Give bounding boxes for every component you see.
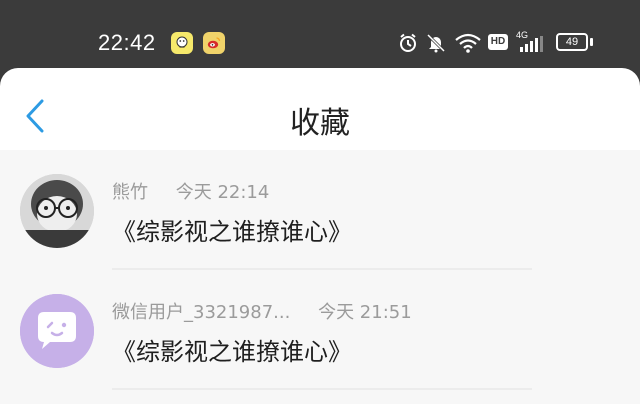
alarm-icon	[400, 33, 416, 52]
username: 微信用户_3321987...	[112, 302, 291, 323]
status-time: 22:42	[98, 30, 156, 55]
wifi-icon	[455, 33, 481, 53]
hd-icon: HD	[488, 34, 508, 50]
timestamp: 今天 22:14	[175, 182, 270, 203]
favorite-title: 《综影视之谁撩谁心》	[112, 218, 352, 246]
timestamp: 今天 21:51	[318, 302, 412, 323]
battery-tip	[590, 38, 593, 46]
weibo-icon	[203, 32, 225, 54]
mute-bell-icon	[426, 33, 446, 53]
favorites-list: 熊竹 今天 22:14 《综影视之谁撩谁心》 微信用户_3321987... 今…	[0, 150, 640, 390]
signal-icon	[520, 36, 543, 52]
avatar[interactable]	[20, 174, 94, 248]
qq-icon	[171, 32, 193, 54]
page-title: 收藏	[290, 106, 350, 141]
list-item[interactable]: 微信用户_3321987... 今天 21:51 《综影视之谁撩谁心》	[0, 270, 640, 390]
avatar[interactable]	[20, 294, 94, 368]
nav-bar: 收藏	[0, 68, 640, 150]
list-item[interactable]: 熊竹 今天 22:14 《综影视之谁撩谁心》	[0, 150, 640, 270]
meta-line: 微信用户_3321987... 今天 21:51	[112, 298, 412, 324]
divider	[112, 388, 532, 390]
battery-icon: 49	[556, 33, 588, 51]
username: 熊竹	[112, 182, 148, 203]
favorite-title: 《综影视之谁撩谁心》	[112, 338, 352, 366]
meta-line: 熊竹 今天 22:14	[112, 178, 269, 204]
